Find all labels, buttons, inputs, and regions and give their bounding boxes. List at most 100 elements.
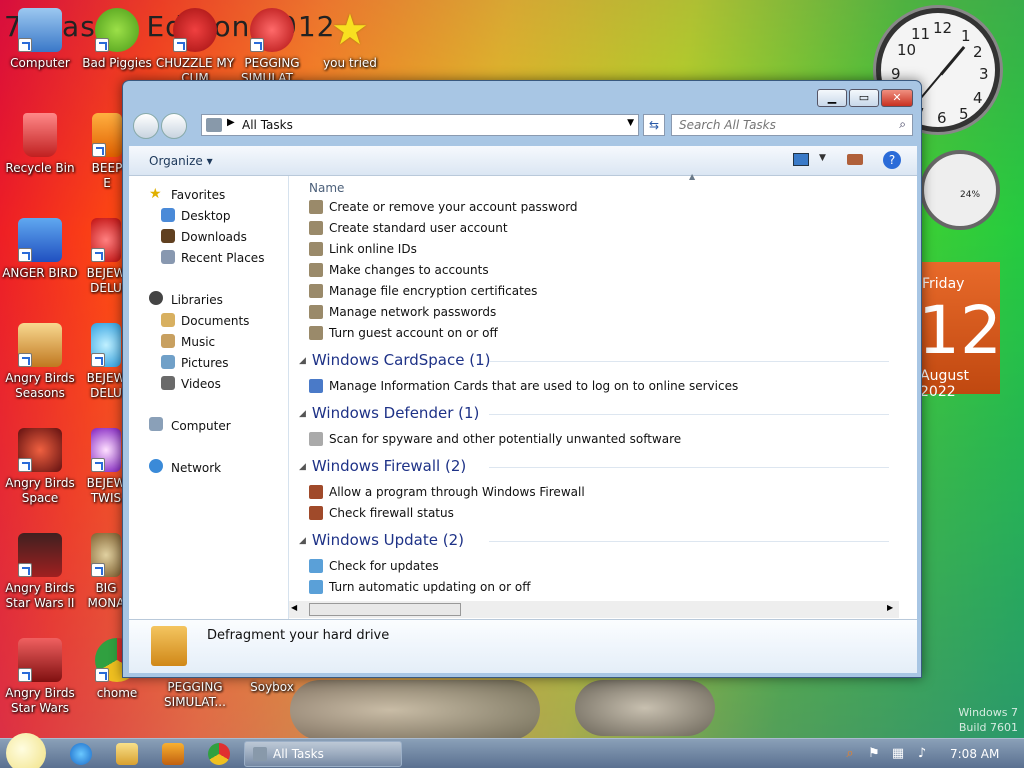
chrome-taskbar-icon[interactable]: [208, 743, 230, 765]
horizontal-scroll-thumb[interactable]: [309, 603, 461, 616]
list-item[interactable]: Manage file encryption certificates: [309, 284, 537, 298]
list-item[interactable]: Allow a program through Windows Firewall: [309, 485, 585, 499]
desktop-icon-bejeweled-2[interactable]: BEJEW DELU: [86, 323, 126, 401]
desktop-icon-pegging[interactable]: PEGGING SIMULAT...: [232, 8, 312, 86]
desktop-icon-angry-birds-space[interactable]: Angry Birds Space: [0, 428, 80, 506]
group-header-update[interactable]: Windows Update (2): [299, 531, 464, 549]
nav-documents[interactable]: Documents: [181, 314, 249, 328]
users-icon: [309, 263, 323, 277]
refresh-button[interactable]: ⇆: [643, 114, 665, 136]
users-icon: [309, 221, 323, 235]
windows-watermark: Windows 7 Build 7601: [958, 706, 1018, 734]
desktop-icon-you-tried[interactable]: ★ you tried: [310, 8, 390, 71]
group-divider: [489, 541, 889, 542]
nav-pictures[interactable]: Pictures: [181, 356, 229, 370]
desktop-icon-big-money[interactable]: BIG MONA: [86, 533, 126, 611]
scroll-right-button[interactable]: ▶: [887, 603, 893, 612]
vlc-icon: [92, 113, 122, 157]
recycle-bin-icon: [23, 113, 57, 157]
clock-hour-hand: [939, 45, 966, 76]
nav-computer[interactable]: Computer: [171, 419, 231, 433]
nav-desktop[interactable]: Desktop: [181, 209, 231, 223]
media-player-icon[interactable]: [162, 743, 184, 765]
desktop-icon-bejeweled-1[interactable]: BEJEW DELU: [86, 218, 126, 296]
folder-icon: [151, 626, 187, 666]
nav-downloads[interactable]: Downloads: [181, 230, 247, 244]
back-button[interactable]: [133, 113, 159, 139]
scroll-left-button[interactable]: ◀: [291, 603, 297, 612]
desktop-icon-bad-piggies[interactable]: Bad Piggies: [77, 8, 157, 71]
list-item[interactable]: Create or remove your account password: [309, 200, 578, 214]
nav-libraries[interactable]: Libraries: [171, 293, 223, 307]
navigation-pane: ★ Favorites Desktop Downloads Recent Pla…: [129, 176, 289, 619]
desktop-icon-anger-bird[interactable]: ANGER BIRD: [0, 218, 80, 281]
search-tray-icon[interactable]: ⌕: [842, 746, 858, 762]
list-item[interactable]: Create standard user account: [309, 221, 508, 235]
libraries-icon: [149, 291, 163, 305]
column-header-name[interactable]: Name: [309, 181, 344, 195]
organize-button[interactable]: Organize ▾: [149, 154, 213, 168]
desktop-icon-pegging-2[interactable]: PEGGING SIMULAT...: [155, 680, 235, 710]
command-bar: Organize ▾ ▼ ?: [129, 146, 917, 176]
maximize-button[interactable]: ▭: [849, 89, 879, 107]
address-bar[interactable]: ▶ All Tasks ▼: [201, 114, 639, 136]
cpu-meter-gadget[interactable]: 24%: [920, 150, 1000, 230]
start-button[interactable]: [6, 733, 46, 768]
help-icon[interactable]: ?: [883, 151, 901, 169]
explorer-window[interactable]: ▁ ▭ ✕ ▶ All Tasks ▼ ⇆ ⌕ Organize ▾ ▼ ? ★…: [122, 80, 922, 678]
desktop-icon-angry-birds-star-wars[interactable]: Angry Birds Star Wars: [0, 638, 80, 716]
internet-explorer-icon[interactable]: [70, 743, 92, 765]
group-header-firewall[interactable]: Windows Firewall (2): [299, 457, 466, 475]
group-header-cardspace[interactable]: Windows CardSpace (1): [299, 351, 491, 369]
list-item[interactable]: Manage Information Cards that are used t…: [309, 379, 738, 393]
breadcrumb-arrow-icon: ▶: [227, 117, 235, 128]
documents-icon: [161, 313, 175, 327]
desktop-icon-angry-birds-seasons[interactable]: Angry Birds Seasons: [0, 323, 80, 401]
sort-arrow-icon: ▲: [689, 172, 696, 181]
close-button[interactable]: ✕: [881, 89, 913, 107]
desktop-icon-computer[interactable]: Computer: [0, 8, 80, 71]
list-item[interactable]: Make changes to accounts: [309, 263, 489, 277]
diamond-icon: [91, 323, 121, 367]
desktop-icon-angry-birds-star-wars-2[interactable]: Angry Birds Star Wars II: [0, 533, 80, 611]
nav-videos[interactable]: Videos: [181, 377, 221, 391]
bejeweled-icon: [91, 218, 121, 262]
volume-icon[interactable]: ♪: [914, 746, 930, 762]
nav-music[interactable]: Music: [181, 335, 215, 349]
explorer-folder-icon[interactable]: [116, 743, 138, 765]
nav-favorites[interactable]: Favorites: [171, 188, 225, 202]
desktop-icon-chuzzle[interactable]: CHUZZLE MY CUM: [155, 8, 235, 86]
view-options-icon[interactable]: [793, 153, 809, 166]
list-item[interactable]: Scan for spyware and other potentially u…: [309, 432, 681, 446]
search-box[interactable]: ⌕: [671, 114, 913, 136]
group-header-defender[interactable]: Windows Defender (1): [299, 404, 479, 422]
control-panel-icon: [253, 747, 267, 761]
list-item[interactable]: Check for updates: [309, 559, 439, 573]
horizontal-scrollbar[interactable]: ◀ ▶: [289, 601, 899, 618]
details-pane: Defragment your hard drive: [129, 619, 917, 673]
list-item[interactable]: Check firewall status: [309, 506, 454, 520]
nav-recent-places[interactable]: Recent Places: [181, 251, 264, 265]
list-item[interactable]: Manage network passwords: [309, 305, 496, 319]
taskbar-clock[interactable]: 7:08 AM: [950, 747, 999, 761]
list-item[interactable]: Link online IDs: [309, 242, 417, 256]
list-item[interactable]: Turn automatic updating on or off: [309, 580, 531, 594]
users-icon: [309, 200, 323, 214]
list-item[interactable]: Turn guest account on or off: [309, 326, 498, 340]
forward-button[interactable]: [161, 113, 187, 139]
calendar-gadget[interactable]: Friday 12 August 2022: [918, 262, 1002, 400]
search-icon[interactable]: ⌕: [899, 117, 906, 132]
desktop-icon-bejeweled-twist[interactable]: BEJEW TWIS: [86, 428, 126, 506]
network-tray-icon[interactable]: ▦: [890, 746, 906, 762]
action-center-flag-icon[interactable]: ⚑: [866, 746, 882, 762]
preview-pane-icon[interactable]: [847, 154, 863, 165]
view-dropdown-icon[interactable]: ▼: [819, 153, 826, 163]
desktop-icon-recycle-bin[interactable]: Recycle Bin: [0, 113, 80, 176]
address-dropdown-icon[interactable]: ▼: [627, 118, 634, 128]
star-icon: ★: [331, 5, 369, 54]
taskbar-item-all-tasks[interactable]: All Tasks: [244, 741, 402, 767]
group-divider: [489, 361, 889, 362]
search-input[interactable]: [672, 115, 882, 135]
minimize-button[interactable]: ▁: [817, 89, 847, 107]
nav-network[interactable]: Network: [171, 461, 221, 475]
